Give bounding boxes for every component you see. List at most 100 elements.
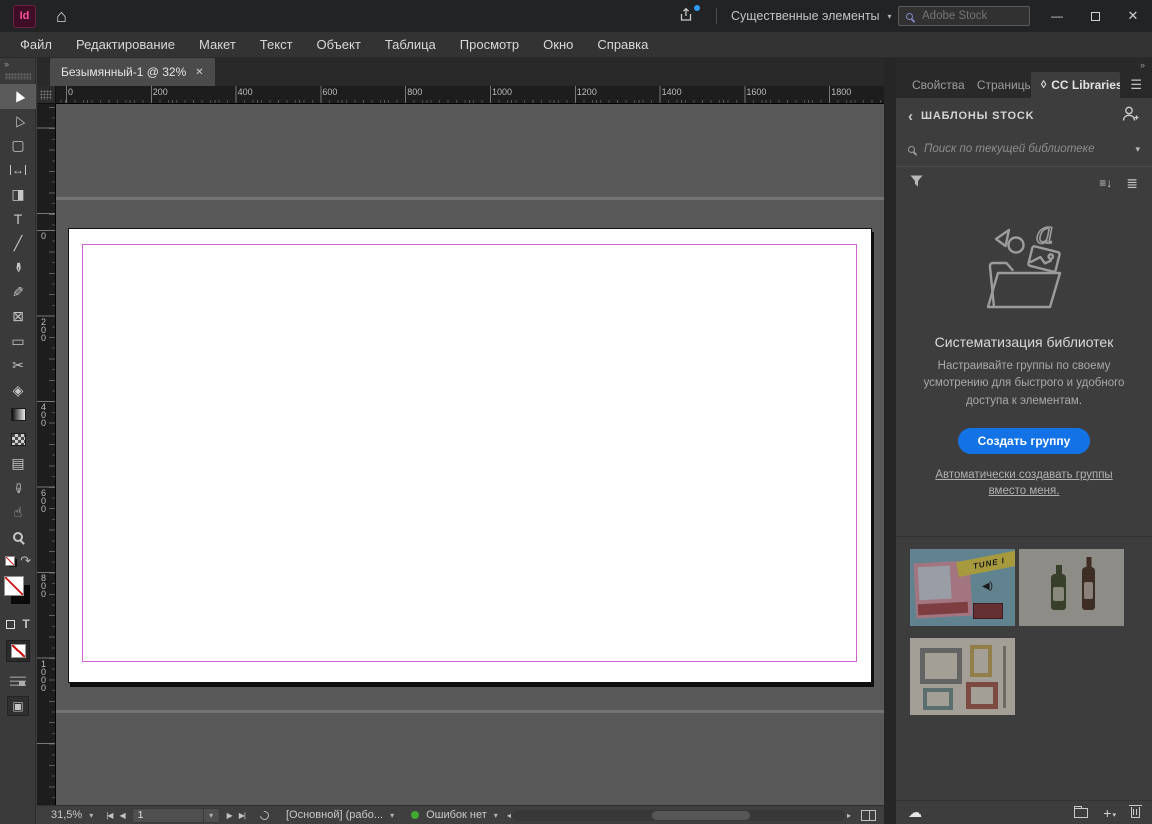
drag-grip-icon[interactable] — [5, 73, 31, 80]
asset-thumbnail-music-poster[interactable]: TUNE I ◀) — [910, 549, 1015, 626]
workspace-switcher[interactable]: Существенные элементы ▾ — [716, 0, 907, 32]
scrollbar-thumb[interactable] — [652, 811, 750, 820]
scroll-right-icon[interactable]: ▸ — [847, 811, 850, 820]
asset-thumbnail-frames[interactable] — [910, 638, 1015, 715]
menu-6[interactable]: Просмотр — [448, 32, 531, 58]
menu-4[interactable]: Объект — [305, 32, 373, 58]
horizontal-ruler[interactable]: 020040060080010001200140016001800 — [56, 86, 884, 104]
direct-selection-tool[interactable]: ▷ — [0, 109, 36, 134]
delete-icon[interactable] — [1131, 807, 1140, 818]
prev-page-button[interactable]: ◀ — [119, 811, 124, 820]
rectangle-tool[interactable]: ▭ — [0, 329, 36, 354]
menu-8[interactable]: Справка — [585, 32, 660, 58]
tools-panel-header[interactable]: » — [0, 58, 35, 84]
view-options-icon[interactable] — [10, 674, 26, 686]
tab-pages[interactable]: Страницы — [967, 72, 1031, 98]
note-tool[interactable]: ▤ — [0, 452, 36, 477]
minimize-button[interactable]: — — [1038, 0, 1076, 32]
menu-1[interactable]: Редактирование — [64, 32, 187, 58]
horizontal-scrollbar[interactable]: ◂ ▸ — [507, 810, 850, 821]
last-page-button[interactable]: ▶| — [239, 811, 245, 820]
rotate-spread-icon[interactable] — [258, 809, 271, 822]
page-dropdown[interactable]: ▾ — [203, 809, 219, 822]
menu-2[interactable]: Макет — [187, 32, 248, 58]
eyedropper-tool[interactable]: ✑ — [0, 476, 36, 501]
document-canvas[interactable] — [56, 104, 884, 805]
page-tool[interactable]: ▢ — [0, 133, 36, 158]
first-page-button[interactable]: |◀ — [106, 811, 112, 820]
apply-none-button[interactable] — [6, 640, 30, 662]
sync-status-cloud-icon[interactable]: ☁ — [908, 804, 922, 821]
gap-tool[interactable]: ↔ — [0, 158, 36, 183]
master-dropdown-icon[interactable]: ▾ — [390, 811, 394, 820]
search-scope-dropdown-icon[interactable]: ▾ — [1135, 144, 1140, 155]
filter-icon[interactable] — [910, 174, 923, 192]
content-collector-tool[interactable]: ◨ — [0, 182, 36, 207]
home-icon[interactable]: ⌂ — [56, 7, 67, 25]
close-tab-icon[interactable]: ✕ — [195, 67, 203, 78]
stock-search-input[interactable] — [922, 10, 1012, 22]
fill-swatch-none[interactable] — [4, 576, 24, 596]
share-icon[interactable] — [678, 7, 698, 25]
gradient-swatch-tool[interactable] — [0, 403, 36, 428]
type-tool[interactable]: T — [0, 207, 36, 232]
restore-button[interactable] — [1076, 0, 1114, 32]
fill-stroke-indicator[interactable] — [0, 574, 36, 610]
panel-divider[interactable] — [884, 58, 896, 824]
library-search-input[interactable] — [924, 143, 1126, 155]
back-icon[interactable]: ‹ — [908, 108, 913, 125]
ruler-origin-corner[interactable] — [37, 86, 56, 104]
collapse-panel-icon[interactable]: » — [1140, 60, 1144, 70]
page-number-input[interactable] — [133, 809, 203, 821]
tab-cc-libraries[interactable]: ◊ CC Libraries — [1031, 72, 1121, 98]
next-page-button[interactable]: ▶ — [227, 811, 232, 820]
formatting-affects-text-button[interactable]: T — [22, 617, 29, 631]
adobe-stock-search[interactable] — [898, 6, 1030, 26]
formatting-affects-container-button[interactable] — [6, 620, 15, 629]
menu-3[interactable]: Текст — [248, 32, 305, 58]
invite-person-icon[interactable] — [1121, 105, 1140, 127]
preflight-status-label[interactable]: Ошибок нет — [426, 809, 487, 821]
zoom-level[interactable]: 31,5% — [51, 809, 82, 821]
rectangle-frame-tool[interactable]: ⊠ — [0, 305, 36, 330]
screen-mode-button[interactable]: ▣ — [7, 696, 29, 716]
menu-7[interactable]: Окно — [531, 32, 585, 58]
zoom-tool[interactable] — [0, 525, 36, 550]
selection-tool[interactable]: ▶ — [0, 84, 36, 109]
panel-menu-icon[interactable]: ☰ — [1120, 72, 1152, 98]
list-view-icon[interactable]: ≣ — [1126, 175, 1138, 192]
pen-tool[interactable]: ✒ — [0, 256, 36, 281]
spread-view-icon[interactable] — [861, 810, 876, 821]
add-asset-button[interactable]: + ▾ — [1103, 807, 1116, 819]
asset-thumbnail-bottles[interactable] — [1019, 549, 1124, 626]
document-page[interactable] — [68, 228, 872, 683]
page-number-field[interactable]: ▾ — [132, 808, 220, 823]
create-group-button[interactable]: Создать группу — [958, 428, 1091, 454]
sort-icon[interactable]: ≡↓ — [1099, 176, 1112, 190]
library-search[interactable]: ▾ — [908, 136, 1140, 162]
master-page-label[interactable]: [Основной] (рабо... — [286, 809, 383, 821]
gradient-feather-tool[interactable] — [0, 427, 36, 452]
ruler-label: 4 0 0 — [41, 403, 46, 427]
scrollbar-track[interactable] — [512, 810, 845, 821]
preflight-dropdown-icon[interactable]: ▾ — [494, 811, 498, 820]
default-fill-stroke-icon[interactable] — [5, 556, 17, 567]
menu-5[interactable]: Таблица — [373, 32, 448, 58]
ruler-label: 8 0 0 — [41, 574, 46, 598]
collapse-panel-icon[interactable]: » — [4, 59, 8, 69]
tab-properties[interactable]: Свойства — [902, 72, 967, 98]
scissors-tool[interactable]: ✂ — [0, 354, 36, 379]
vertical-ruler[interactable]: 02 0 04 0 06 0 08 0 01 0 0 0 — [37, 104, 56, 805]
pencil-tool[interactable]: ✎ — [0, 280, 36, 305]
hand-tool[interactable]: ☝ — [0, 501, 36, 526]
free-transform-tool[interactable]: ◈ — [0, 378, 36, 403]
line-tool[interactable]: ╱ — [0, 231, 36, 256]
document-tab[interactable]: Безымянный-1 @ 32% ✕ — [50, 58, 215, 86]
auto-create-groups-link[interactable]: Автоматически создавать группы вместо ме… — [924, 467, 1124, 500]
scroll-left-icon[interactable]: ◂ — [507, 811, 510, 820]
swap-fill-stroke-icon[interactable]: ↷ — [20, 553, 31, 569]
close-button[interactable]: ✕ — [1114, 0, 1152, 32]
menu-0[interactable]: Файл — [8, 32, 64, 58]
new-group-folder-icon[interactable] — [1074, 808, 1088, 818]
zoom-dropdown-icon[interactable]: ▾ — [89, 811, 93, 820]
